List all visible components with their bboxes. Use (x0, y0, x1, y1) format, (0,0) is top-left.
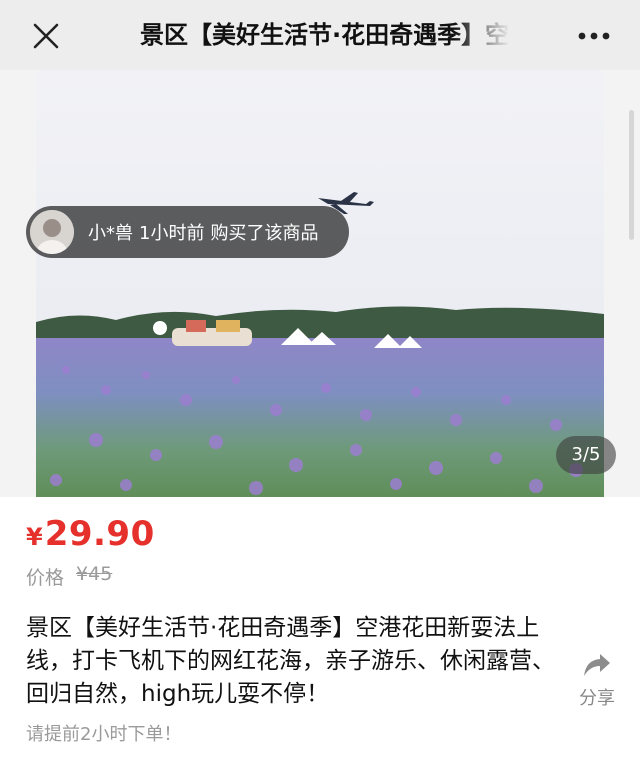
more-dots-icon[interactable] (574, 22, 614, 50)
gallery-photo[interactable] (36, 70, 604, 497)
image-page-counter: 3/5 (556, 436, 616, 474)
page-title: 景区【美好生活节·花田奇遇季】空港花田新耍法上线 (140, 21, 510, 49)
purchase-time: 1小时前 (139, 223, 205, 244)
original-price-value: ¥45 (76, 563, 113, 585)
scroll-indicator (629, 110, 634, 240)
original-price-label: 价格 (26, 567, 65, 589)
recent-purchase-notice: 小*兽 1小时前 购买了该商品 (26, 206, 349, 258)
navigation-bar: 景区【美好生活节·花田奇遇季】空港花田新耍法上线 (0, 0, 640, 70)
product-title: 景区【美好生活节·花田奇遇季】空港花田新耍法上线，打卡飞机下的网红花海，亲子游乐… (26, 615, 555, 707)
original-price: 价格 ¥45 (26, 563, 112, 590)
current-price: ¥ 29.90 (26, 514, 155, 558)
price-value: 29.90 (44, 514, 155, 554)
purchase-user: 小*兽 (88, 223, 133, 244)
flower-field-image (36, 70, 604, 497)
avatar (30, 210, 74, 254)
image-gallery[interactable]: 小*兽 1小时前 购买了该商品 3/5 (0, 70, 640, 497)
purchase-notice-text: 小*兽 1小时前 购买了该商品 (88, 219, 318, 245)
currency-symbol: ¥ (26, 523, 43, 551)
close-icon[interactable] (30, 20, 62, 52)
order-notice: 请提前2小时下单！ (26, 724, 182, 745)
purchase-action: 购买了该商品 (210, 223, 319, 244)
share-arrow-icon (584, 654, 610, 676)
share-label: 分享 (579, 688, 615, 709)
share-button[interactable]: 分享 (574, 652, 620, 712)
